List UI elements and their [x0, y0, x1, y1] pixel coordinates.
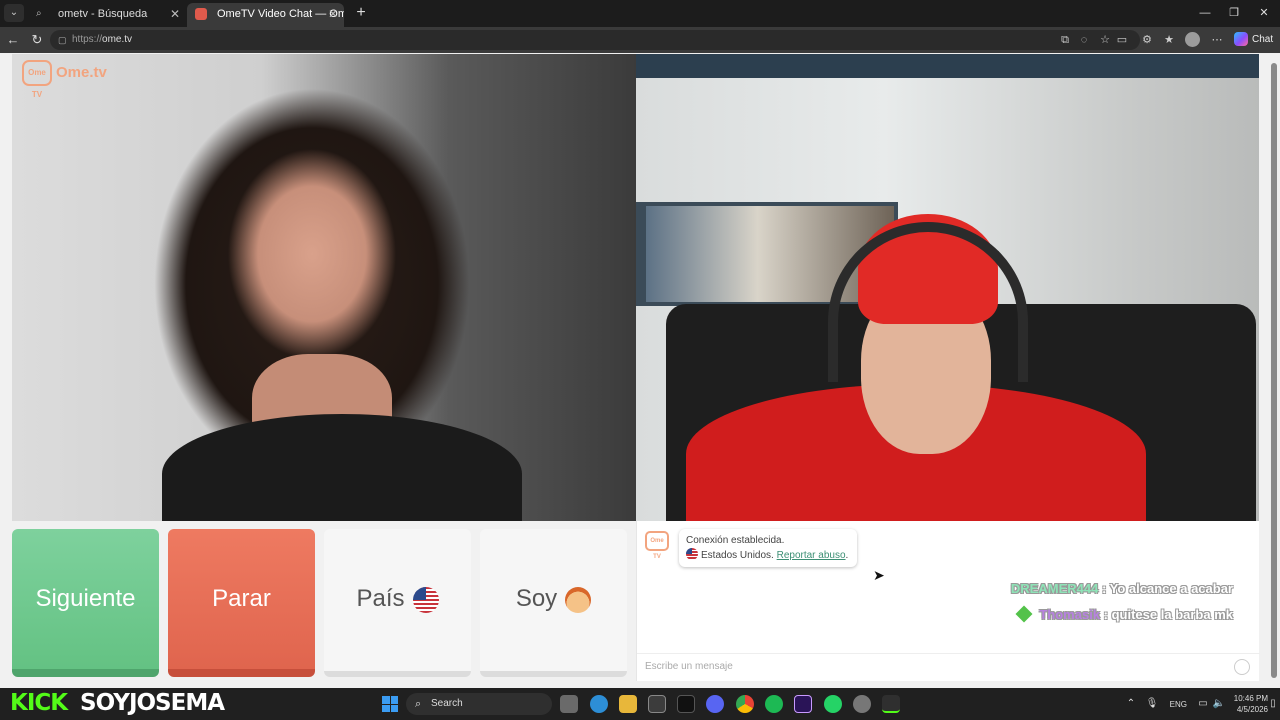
chrome-icon[interactable]: [736, 695, 754, 713]
mouse-cursor-icon: ➤: [873, 567, 885, 583]
us-flag-icon: [412, 586, 439, 613]
back-arrow-icon[interactable]: ←: [4, 31, 22, 49]
copilot-chat-button[interactable]: Chat: [1234, 31, 1280, 49]
boy-emoji-icon: [565, 586, 592, 613]
ometv-logo-text: Ome.tv: [56, 64, 107, 81]
whatsapp-icon[interactable]: [824, 695, 842, 713]
kick-logo: KICK: [10, 690, 68, 716]
language-indicator[interactable]: ENG: [1163, 700, 1187, 709]
next-button[interactable]: Siguiente: [12, 529, 159, 677]
chat-text: : quitese la barba mk: [1103, 607, 1233, 622]
taskbar-search[interactable]: ⌕ Search: [406, 693, 552, 715]
tab-ometv-search[interactable]: ⌕ ometv - Búsqueda ✕: [28, 3, 186, 27]
store-icon[interactable]: [648, 695, 666, 713]
address-bar[interactable]: ▢ https://ome.tv: [50, 30, 1140, 50]
stop-button[interactable]: Parar: [168, 529, 315, 677]
chat-username: DREAMER444: [1010, 581, 1099, 596]
url-text: https://ome.tv: [72, 34, 133, 45]
obs-icon[interactable]: [853, 695, 871, 713]
new-tab-button[interactable]: +: [351, 3, 371, 23]
stranger-video-shirt: [162, 414, 522, 521]
task-view-icon[interactable]: [560, 695, 578, 713]
country-label: País: [356, 585, 405, 612]
self-video: [636, 54, 1259, 521]
emoji-picker-icon[interactable]: [1234, 659, 1250, 675]
message-input[interactable]: Escribe un mensaje: [637, 653, 1260, 681]
browser-essentials-icon[interactable]: ⚙: [1139, 32, 1155, 48]
country-filter-button[interactable]: País: [324, 529, 471, 677]
gender-select-button[interactable]: Soy: [480, 529, 627, 677]
close-window-button[interactable]: ✕: [1249, 4, 1279, 22]
file-explorer-icon[interactable]: [619, 695, 637, 713]
refresh-icon[interactable]: ↻: [28, 31, 46, 49]
discord-icon[interactable]: [706, 695, 724, 713]
stranger-country: Estados Unidos. Reportar abuso.: [686, 548, 850, 563]
show-hidden-icons-icon[interactable]: ⌃: [1124, 697, 1138, 711]
open-in-app-icon[interactable]: ⧉: [1057, 32, 1073, 48]
favorites-list-icon[interactable]: ★: [1161, 32, 1177, 48]
extensions-icon[interactable]: ◌: [1076, 32, 1092, 48]
terminal-icon[interactable]: [882, 695, 900, 713]
ometv-avatar: Ome TV: [645, 531, 669, 560]
stream-chat-message: Thomasik : quitese la barba mk: [1015, 605, 1233, 623]
browser-toolbar: ← ↻ ▢ https://ome.tv ⧉ ◌ ☆ ▭ ⚙ ★ ⋯ Chat: [0, 27, 1280, 53]
page-scrollbar[interactable]: [1268, 53, 1280, 688]
notifications-icon[interactable]: ▯: [1268, 697, 1278, 711]
maximize-button[interactable]: ❐: [1219, 4, 1249, 22]
message-placeholder: Escribe un mensaje: [645, 661, 733, 672]
streamer-username: SOYJOSEMA: [80, 690, 225, 716]
ometv-favicon: [195, 8, 207, 20]
connection-status: Conexión establecida.: [686, 535, 785, 546]
ometv-logo: Ome TV Ome.tv: [22, 60, 122, 99]
search-icon: ⌕: [415, 698, 422, 710]
search-icon: ⌕: [36, 8, 42, 19]
media-icon[interactable]: ▭: [1114, 32, 1130, 48]
browser-tab-strip: ⌄ ⌕ ometv - Búsqueda ✕ OmeTV Video Chat …: [0, 0, 1280, 27]
tiktok-icon[interactable]: [677, 695, 695, 713]
report-abuse-link[interactable]: Reportar abuso: [777, 550, 846, 561]
ometv-logo-badge: Ome TV: [22, 60, 52, 99]
edge-browser-icon[interactable]: [590, 695, 608, 713]
stream-chat-message: DREAMER444 : Yo alcance a acabar: [1011, 581, 1233, 596]
tab-label: ometv - Búsqueda: [58, 8, 148, 20]
windows-start-icon[interactable]: [382, 696, 398, 712]
taskbar-search-label: Search: [431, 698, 463, 709]
us-flag-icon: [686, 548, 698, 560]
system-message: Conexión establecida. Estados Unidos. Re…: [679, 529, 857, 567]
display-icon[interactable]: ▭: [1196, 697, 1210, 711]
gender-label: Soy: [515, 585, 558, 612]
tab-label: OmeTV Video Chat — Omegl: [217, 8, 344, 20]
spotify-icon[interactable]: [765, 695, 783, 713]
subscriber-badge-icon: [1015, 605, 1033, 623]
self-video-ceiling: [636, 54, 1259, 78]
clock-time[interactable]: 10:46 PM: [1224, 694, 1268, 703]
chat-username: Thomasik: [1039, 607, 1101, 622]
microphone-icon[interactable]: 🎙: [1145, 697, 1159, 711]
chat-text: : Yo alcance a acabar: [1101, 581, 1233, 596]
site-info-icon[interactable]: ▢: [58, 34, 68, 46]
favorite-star-icon[interactable]: ☆: [1097, 32, 1113, 48]
copilot-icon: [1234, 32, 1248, 47]
windows-taskbar: KICK SOYJOSEMA ⌕ Search ⌃ 🎙 ENG ▭ 🔈 10:4…: [0, 688, 1280, 720]
minimize-button[interactable]: —: [1190, 4, 1220, 22]
close-tab-icon[interactable]: ✕: [170, 3, 180, 25]
stranger-video: Ome TV Ome.tv: [12, 54, 636, 521]
ometv-page: Ome TV Ome.tv Siguiente Parar País Soy O…: [0, 53, 1280, 688]
tab-ometv-video-chat[interactable]: OmeTV Video Chat — Omegl ✕: [187, 3, 344, 27]
close-tab-icon[interactable]: ✕: [328, 3, 338, 25]
premiere-pro-icon[interactable]: [794, 695, 812, 713]
profile-avatar[interactable]: [1185, 32, 1200, 47]
clock-date[interactable]: 4/5/2026: [1224, 705, 1268, 714]
more-menu-icon[interactable]: ⋯: [1209, 32, 1225, 48]
chat-panel: Ome TV Conexión establecida. Estados Uni…: [636, 521, 1260, 681]
tab-actions-menu-button[interactable]: ⌄: [4, 4, 24, 22]
scrollbar-thumb[interactable]: [1271, 63, 1277, 678]
